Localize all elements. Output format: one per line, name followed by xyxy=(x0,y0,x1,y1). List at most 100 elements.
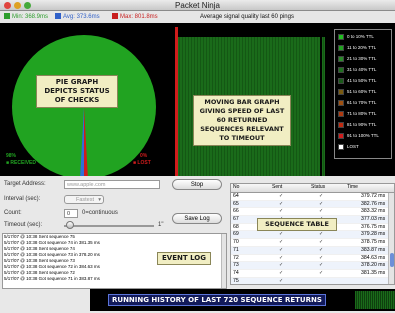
cell-no: 64 xyxy=(233,193,239,199)
min-swatch xyxy=(4,13,10,20)
event-log-callout: EVENT LOG xyxy=(157,252,211,265)
sequence-table[interactable]: No Sent Status Time 64 ✓ ✓ 379.72 ms 65 ✓ ✓ 38… xyxy=(230,183,395,285)
interval-label: Interval (sec): xyxy=(4,196,41,202)
legend-swatch xyxy=(338,77,344,84)
cell-no: 66 xyxy=(233,208,239,215)
table-row[interactable]: 66 ✓ ✓ 383.32 ms xyxy=(231,208,394,217)
avg-swatch xyxy=(55,13,61,20)
table-row[interactable]: 70 ✓ ✓ 378.75 ms xyxy=(231,239,394,247)
history-bars xyxy=(355,291,395,309)
cell-time: 382.76 ms xyxy=(361,200,386,207)
check-icon: ✓ xyxy=(279,277,284,284)
ttl-legend: 0 to 10% TTL 11 to 20% TTL 21 to 30% TTL… xyxy=(334,29,392,159)
check-icon: ✓ xyxy=(319,231,324,238)
check-icon: ✓ xyxy=(319,193,324,199)
timeout-slider-thumb[interactable] xyxy=(66,221,74,229)
col-header-status[interactable]: Status xyxy=(311,184,325,190)
legend-swatch xyxy=(338,44,344,51)
pie-callout: PIE GRAPH DEPICTS STATUS OF CHECKS xyxy=(36,75,118,108)
legend-label: 81 to 90% TTL xyxy=(347,122,377,127)
check-icon: ✓ xyxy=(319,208,324,215)
table-row[interactable]: 72 ✓ ✓ 384.63 ms xyxy=(231,255,394,263)
title-bar: Packet Ninja xyxy=(0,0,395,11)
cell-no: 67 xyxy=(233,216,239,223)
received-legend-text: RECEIVED xyxy=(10,160,36,166)
min-stat: Min: 368.9ms xyxy=(4,11,48,23)
legend-label: 0 to 10% TTL xyxy=(347,34,374,39)
legend-item: 61 to 70% TTL xyxy=(338,99,388,110)
table-row[interactable]: 71 ✓ ✓ 383.87 ms xyxy=(231,246,394,255)
table-header: No Sent Status Time xyxy=(231,184,394,193)
window-title: Packet Ninja xyxy=(175,1,220,10)
legend-label: 61 to 70% TTL xyxy=(347,100,377,105)
table-row[interactable]: 73 ✓ ✓ 378.20 ms xyxy=(231,262,394,270)
avg-stat: Avg: 373.6ms xyxy=(55,11,100,23)
legend-label: 91 to 100% TTL xyxy=(347,133,379,138)
check-icon: ✓ xyxy=(319,246,324,253)
cell-time: 381.35 ms xyxy=(361,269,386,276)
legend-swatch xyxy=(338,88,344,95)
check-icon: ✓ xyxy=(279,208,284,215)
legend-swatch xyxy=(338,33,344,40)
legend-label: 41 to 50% TTL xyxy=(347,78,377,83)
legend-label: 31 to 40% TTL xyxy=(347,67,377,72)
lost-legend: ■ LOST xyxy=(133,160,151,166)
log-line: 5/17/07 @ 10:38 Got sequence 71 in 383.8… xyxy=(4,276,100,281)
received-percent: 98% xyxy=(6,153,17,159)
cell-no: 70 xyxy=(233,239,239,246)
signal-caption: Average signal quality last 60 pings xyxy=(200,14,294,20)
check-icon: ✓ xyxy=(279,262,284,269)
check-icon: ✓ xyxy=(319,254,324,261)
table-row[interactable]: 65 ✓ ✓ 382.76 ms xyxy=(231,200,394,209)
timeout-marker xyxy=(175,27,178,176)
table-row[interactable]: 75 ✓ xyxy=(231,277,394,284)
target-address-input[interactable]: www.apple.com xyxy=(64,180,160,189)
stop-button[interactable]: Stop xyxy=(172,179,222,190)
legend-label: 51 to 60% TTL xyxy=(347,89,377,94)
check-icon: ✓ xyxy=(279,200,284,207)
legend-item: 41 to 50% TTL xyxy=(338,77,388,88)
timeout-label: Timeout (sec): xyxy=(4,222,43,228)
check-icon: ✓ xyxy=(279,193,284,199)
table-row[interactable]: 64 ✓ ✓ 379.72 ms xyxy=(231,193,394,201)
cell-no: 73 xyxy=(233,262,239,269)
timeout-value: 1" xyxy=(158,222,164,228)
cell-time: 384.63 ms xyxy=(361,254,386,261)
count-label: Count: xyxy=(4,210,22,216)
cell-time: 379.28 ms xyxy=(361,231,386,238)
legend-swatch xyxy=(338,66,344,73)
cell-time: 377.03 ms xyxy=(361,216,386,223)
legend-item: 91 to 100% TTL xyxy=(338,132,388,143)
legend-swatch xyxy=(338,143,344,150)
table-row[interactable]: 69 ✓ ✓ 379.28 ms xyxy=(231,231,394,240)
legend-swatch xyxy=(338,121,344,128)
col-header-sent[interactable]: Sent xyxy=(272,184,282,190)
save-log-button[interactable]: Save Log xyxy=(172,213,222,224)
table-scrollbar[interactable] xyxy=(388,193,394,284)
table-callout: SEQUENCE TABLE xyxy=(257,218,337,231)
legend-label: 11 to 20% TTL xyxy=(347,45,377,50)
bar-callout: MOVING BAR GRAPH GIVING SPEED OF LAST 60… xyxy=(193,95,291,146)
interval-select[interactable]: Fastest ▾ xyxy=(64,195,104,204)
max-stat-label: Max: 801.8ms xyxy=(120,14,158,20)
min-stat-label: Min: 368.9ms xyxy=(12,14,49,20)
legend-swatch xyxy=(338,55,344,62)
timeout-slider-track[interactable] xyxy=(64,225,154,227)
table-scrollbar-thumb[interactable] xyxy=(390,253,394,267)
max-stat: Max: 801.8ms xyxy=(112,11,158,23)
col-header-no[interactable]: No xyxy=(233,184,239,190)
cell-no: 74 xyxy=(233,269,239,276)
log-scrollbar[interactable] xyxy=(221,234,226,288)
legend-item: 11 to 20% TTL xyxy=(338,44,388,55)
legend-swatch xyxy=(338,132,344,139)
check-icon: ✓ xyxy=(319,262,324,269)
avg-stat-label: Avg: 373.6ms xyxy=(63,14,100,20)
col-header-time[interactable]: Time xyxy=(347,184,358,190)
count-hint: 0=continuous xyxy=(82,210,118,216)
legend-item: 0 to 10% TTL xyxy=(338,33,388,44)
cell-time: 378.75 ms xyxy=(361,239,386,246)
legend-label: 21 to 30% TTL xyxy=(347,56,377,61)
table-row[interactable]: 74 ✓ ✓ 381.35 ms xyxy=(231,270,394,278)
legend-item: 21 to 30% TTL xyxy=(338,55,388,66)
count-input[interactable]: 0 xyxy=(64,209,78,218)
